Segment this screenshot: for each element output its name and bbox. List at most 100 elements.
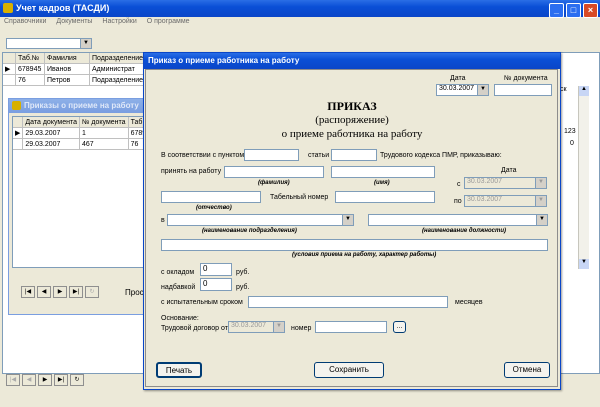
main-refresh-icon[interactable]: ↻ (70, 374, 84, 386)
department-hint: (наименование подразделения) (202, 228, 297, 234)
table-row[interactable]: ▶ 29.03.2007 1 678945 (13, 127, 146, 139)
from-label: с (457, 181, 461, 188)
main-title-bar: Учет кадров (ТАСДИ) _ □ × (0, 0, 600, 18)
prev-record-icon[interactable]: ◀ (37, 286, 51, 298)
bonus-field[interactable]: 0 (200, 278, 232, 291)
article-label: статьи (308, 152, 330, 159)
chevron-down-icon[interactable]: ▼ (477, 85, 488, 95)
conditions-hint: (условия приема на работу, характер рабо… (292, 252, 437, 258)
date-label: Дата (450, 75, 466, 82)
table-row[interactable]: ▶ 678945 Иванов Администрат Б (3, 63, 167, 75)
menu-item-references[interactable]: Справочники (4, 18, 46, 25)
accept-label: принять на работу (161, 168, 222, 175)
print-button[interactable]: Печать (156, 362, 202, 378)
patronymic-field[interactable] (161, 191, 261, 203)
dialog-title: Приказ о приеме работника на работу (148, 56, 300, 65)
scroll-down-icon[interactable]: ▼ (579, 259, 589, 269)
table-row[interactable]: 76 Петров Подразделение 3 М (3, 74, 167, 86)
col-header-surname[interactable]: Фамилия (44, 53, 90, 64)
chevron-down-icon[interactable]: ▼ (80, 39, 91, 48)
contract-label: Трудовой договор от (161, 325, 228, 332)
salary-value: 0 (203, 264, 208, 273)
doc-number-label: № документа (504, 75, 548, 82)
row-pointer-icon: ▶ (13, 127, 24, 139)
doc-date-value: 30.03.2007 (439, 85, 475, 92)
to-date-value: 30.03.2007 (467, 196, 503, 203)
menu-item-settings[interactable]: Настройки (102, 18, 136, 25)
position-hint: (наименование должности) (422, 228, 507, 234)
chevron-down-icon[interactable]: ▼ (535, 196, 546, 206)
position-select[interactable]: ▼ (368, 214, 548, 226)
main-next-record-icon[interactable]: ▶ (38, 374, 52, 386)
browse-button[interactable]: ... (393, 321, 406, 333)
contract-date-picker[interactable]: 30.03.2007 ▼ (228, 321, 285, 333)
hire-order-dialog: Приказ о приеме работника на работу Дата… (143, 52, 561, 390)
to-date-picker[interactable]: 30.03.2007 ▼ (464, 195, 547, 207)
menu-item-documents[interactable]: Документы (56, 18, 92, 25)
next-record-icon[interactable]: ▶ (53, 286, 67, 298)
salary-field[interactable]: 0 (200, 263, 232, 276)
menu-bar: Справочники Документы Настройки О програ… (4, 18, 198, 28)
chevron-down-icon[interactable]: ▼ (535, 178, 546, 188)
main-last-record-icon[interactable]: ▶| (54, 374, 68, 386)
tabnum-field[interactable] (335, 191, 435, 203)
main-title: Учет кадров (ТАСДИ) (16, 3, 110, 13)
article-field[interactable] (331, 149, 377, 161)
save-button[interactable]: Сохранить (314, 362, 384, 378)
chevron-down-icon[interactable]: ▼ (536, 215, 547, 225)
filter-combobox[interactable]: ▼ (6, 38, 92, 49)
probation-label: с испытательным сроком (161, 299, 243, 306)
conditions-field[interactable] (161, 239, 548, 251)
contract-number-label: номер (291, 325, 312, 332)
basis-label: Основание: (161, 315, 199, 322)
salary-unit: руб. (236, 269, 250, 276)
scroll-up-icon[interactable]: ▲ (579, 86, 589, 96)
cancel-button[interactable]: Отмена (504, 362, 550, 378)
menu-item-about[interactable]: О программе (147, 18, 190, 25)
row-pointer-icon: ▶ (3, 63, 16, 75)
surname-hint: (фамилия) (258, 180, 290, 186)
item-field[interactable] (244, 149, 299, 161)
doc-date-picker[interactable]: 30.03.2007 ▼ (436, 84, 489, 96)
in-label: в (161, 217, 165, 224)
col-header-doc-num[interactable]: № документа (79, 117, 129, 128)
from-date-value: 30.03.2007 (467, 178, 503, 185)
main-first-record-icon[interactable]: |◀ (6, 374, 20, 386)
name-hint: (имя) (374, 180, 390, 186)
months-label: месяцев (455, 299, 483, 306)
bonus-label: надбавкой (161, 284, 196, 291)
labor-code-label: Трудового кодекса ПМР, приказываю: (380, 152, 502, 159)
tabnum-label: Табельный номер (270, 194, 329, 201)
app-icon (12, 101, 21, 110)
refresh-icon[interactable]: ↻ (85, 286, 99, 298)
maximize-icon[interactable]: □ (566, 3, 581, 18)
chevron-down-icon[interactable]: ▼ (342, 215, 353, 225)
from-date-picker[interactable]: 30.03.2007 ▼ (464, 177, 547, 189)
minimize-icon[interactable]: _ (549, 3, 564, 18)
name-field[interactable] (331, 166, 435, 178)
table-row[interactable]: 29.03.2007 467 76 (13, 138, 146, 150)
dialog-title-bar: Приказ о приеме работника на работу (144, 53, 560, 69)
chevron-down-icon[interactable]: ▼ (273, 322, 284, 332)
app-icon (3, 3, 13, 13)
orders-right-value-2: 0 (570, 140, 574, 147)
patronymic-hint: (отчество) (196, 205, 232, 211)
orders-window-title: Приказы о приеме на работу (24, 101, 139, 110)
main-prev-record-icon[interactable]: ◀ (22, 374, 36, 386)
contract-number-field[interactable] (315, 321, 387, 333)
department-select[interactable]: ▼ (167, 214, 354, 226)
probation-field[interactable] (248, 296, 448, 308)
doc-number-field[interactable] (494, 84, 552, 96)
col-header-doc-date[interactable]: Дата документа (22, 117, 80, 128)
last-record-icon[interactable]: ▶| (69, 286, 83, 298)
bonus-unit: руб. (236, 284, 250, 291)
orders-grid: Дата документа № документа Таб.№ ▶ 29.03… (12, 116, 147, 268)
surname-field[interactable] (224, 166, 324, 178)
col-header-tabnum[interactable]: Таб.№ (15, 53, 45, 64)
close-icon[interactable]: × (583, 3, 598, 18)
first-record-icon[interactable]: |◀ (21, 286, 35, 298)
salary-label: с окладом (161, 269, 195, 276)
per-item-label: В соответствии с пунктом (161, 152, 245, 159)
orders-window-title-bar: Приказы о приеме на работу (9, 99, 149, 113)
main-vertical-scrollbar[interactable]: ▲ ▼ (578, 86, 589, 269)
